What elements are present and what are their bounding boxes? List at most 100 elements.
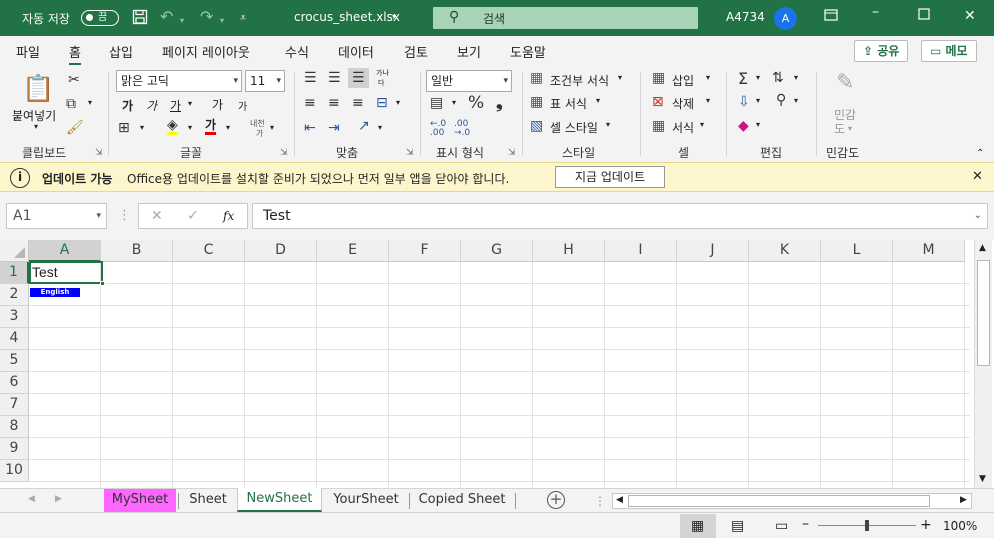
tab-page-layout[interactable]: 페이지 레이아웃: [162, 42, 250, 61]
row-header-10[interactable]: 10: [0, 460, 29, 482]
column-header-c[interactable]: C: [173, 240, 245, 262]
avatar[interactable]: A: [774, 7, 797, 30]
cell-style-button[interactable]: 셀 스타일: [550, 119, 598, 136]
font-launcher-icon[interactable]: ⇲: [280, 148, 288, 158]
horizontal-scroll-thumb[interactable]: [628, 495, 930, 507]
search-box[interactable]: ⚲ 검색: [433, 7, 698, 29]
column-header-g[interactable]: G: [461, 240, 533, 262]
insert-cells-button[interactable]: 삽입: [672, 72, 694, 89]
fill-handle[interactable]: [100, 281, 105, 286]
zoom-slider-thumb[interactable]: [865, 520, 869, 531]
font-color-dropdown-icon[interactable]: ▾: [226, 123, 230, 132]
cut-icon[interactable]: ✂: [68, 72, 80, 88]
phonetic-dropdown-icon[interactable]: ▾: [270, 123, 274, 132]
format-cells-button[interactable]: 서식: [672, 119, 694, 136]
normal-view-button[interactable]: ▦: [680, 514, 716, 538]
autosave-toggle[interactable]: 끔: [81, 10, 119, 26]
tab-view[interactable]: 보기: [457, 42, 481, 61]
row-header-4[interactable]: 4: [0, 328, 29, 350]
decrease-indent-icon[interactable]: ⇤: [304, 120, 316, 136]
paste-icon[interactable]: 📋: [22, 74, 54, 104]
conditional-dropdown-icon[interactable]: ▾: [618, 73, 622, 82]
undo-icon[interactable]: ↶: [160, 9, 173, 25]
zoom-in-icon[interactable]: +: [920, 517, 932, 533]
accounting-dropdown-icon[interactable]: ▾: [452, 98, 456, 107]
grow-font-button[interactable]: 가: [212, 96, 223, 113]
fill-icon[interactable]: ⇩: [738, 94, 750, 110]
number-launcher-icon[interactable]: ⇲: [508, 148, 516, 158]
orientation-icon[interactable]: ↗: [358, 118, 370, 134]
paste-dropdown-icon[interactable]: ▾: [34, 122, 38, 131]
percent-icon[interactable]: %: [468, 93, 484, 113]
account-name[interactable]: A4734: [726, 10, 765, 24]
formula-input[interactable]: Test ⌄: [252, 203, 988, 229]
zoom-level[interactable]: 100%: [943, 519, 977, 533]
redo-dropdown-icon[interactable]: ▾: [220, 13, 224, 29]
format-dropdown-icon[interactable]: ▾: [700, 120, 704, 129]
select-all-corner[interactable]: [0, 240, 29, 262]
number-format-combo[interactable]: 일반 ▾: [426, 70, 512, 92]
page-break-view-icon[interactable]: ▭: [775, 518, 788, 534]
find-dropdown-icon[interactable]: ▾: [794, 96, 798, 105]
tab-data[interactable]: 데이터: [338, 42, 374, 61]
row-header-6[interactable]: 6: [0, 372, 29, 394]
collapse-ribbon-icon[interactable]: ⌃: [976, 148, 984, 159]
copy-icon[interactable]: ⧉: [66, 96, 76, 112]
undo-dropdown-icon[interactable]: ▾: [180, 13, 184, 29]
filename-dropdown-icon[interactable]: ▾: [392, 12, 396, 21]
format-painter-icon[interactable]: 🖌: [66, 120, 84, 136]
insert-dropdown-icon[interactable]: ▾: [706, 73, 710, 82]
clipboard-launcher-icon[interactable]: ⇲: [95, 148, 103, 158]
sort-filter-icon[interactable]: ⇅: [772, 70, 784, 86]
column-header-b[interactable]: B: [101, 240, 173, 262]
delete-dropdown-icon[interactable]: ▾: [706, 96, 710, 105]
wrap-text-top[interactable]: 가나: [376, 69, 389, 77]
underline-dropdown-icon[interactable]: ▾: [188, 99, 192, 108]
align-middle-icon[interactable]: ☰: [328, 70, 341, 86]
name-box[interactable]: A1 ▾: [6, 203, 107, 229]
column-header-j[interactable]: J: [677, 240, 749, 262]
tab-review[interactable]: 검토: [404, 42, 428, 61]
delete-cells-button[interactable]: 삭제: [672, 95, 694, 112]
share-button[interactable]: ⇪ 공유: [854, 40, 909, 62]
format-cells-icon[interactable]: ▦: [652, 118, 665, 134]
row-header-8[interactable]: 8: [0, 416, 29, 438]
chevron-down-icon[interactable]: ⌄: [974, 204, 982, 228]
add-sheet-button[interactable]: +: [547, 491, 565, 509]
find-icon[interactable]: ⚲: [776, 92, 786, 108]
customize-qat-icon[interactable]: ⩡: [240, 10, 246, 26]
merge-dropdown-icon[interactable]: ▾: [396, 98, 400, 107]
update-now-button[interactable]: 지금 업데이트: [555, 166, 665, 188]
cell-a2-value[interactable]: English: [30, 288, 80, 297]
zoom-out-icon[interactable]: –: [802, 516, 809, 532]
format-table-button[interactable]: 표 서식: [550, 95, 587, 112]
underline-button[interactable]: 가: [170, 97, 181, 114]
maximize-icon[interactable]: [918, 8, 930, 24]
align-right-icon[interactable]: ≡: [352, 95, 364, 111]
column-header-a[interactable]: A: [29, 240, 101, 262]
close-icon[interactable]: ✕: [964, 8, 976, 24]
horizontal-scrollbar[interactable]: ◀ ▶: [612, 493, 972, 509]
row-header-5[interactable]: 5: [0, 350, 29, 372]
tab-home[interactable]: 홈: [69, 42, 81, 65]
tab-insert[interactable]: 삽입: [109, 42, 133, 61]
tab-help[interactable]: 도움말: [510, 42, 546, 61]
sheet-tab-sheet[interactable]: Sheet: [180, 489, 236, 512]
sheet-tab-mysheet[interactable]: MySheet: [104, 489, 176, 512]
align-left-icon[interactable]: ≡: [304, 95, 316, 111]
redo-icon[interactable]: ↷: [200, 9, 213, 25]
fill-dropdown-icon[interactable]: ▾: [756, 96, 760, 105]
sheet-tab-newsheet[interactable]: NewSheet: [237, 488, 322, 512]
font-size-combo[interactable]: 11 ▾: [245, 70, 285, 92]
format-table-icon[interactable]: ▦: [530, 94, 543, 110]
align-bottom-icon[interactable]: ☰: [348, 68, 369, 88]
orientation-dropdown-icon[interactable]: ▾: [378, 123, 382, 132]
autosum-icon[interactable]: Σ: [738, 69, 748, 88]
conditional-format-button[interactable]: 조건부 서식: [550, 72, 609, 89]
cell-style-dropdown-icon[interactable]: ▾: [606, 120, 610, 129]
comma-icon[interactable]: ❟: [496, 93, 503, 113]
sheet-tab-copied-sheet[interactable]: Copied Sheet: [410, 489, 514, 512]
border-dropdown-icon[interactable]: ▾: [140, 123, 144, 132]
font-color-button[interactable]: 가: [205, 118, 217, 135]
increase-decimal-icon[interactable]: ←.0.00: [430, 120, 446, 138]
